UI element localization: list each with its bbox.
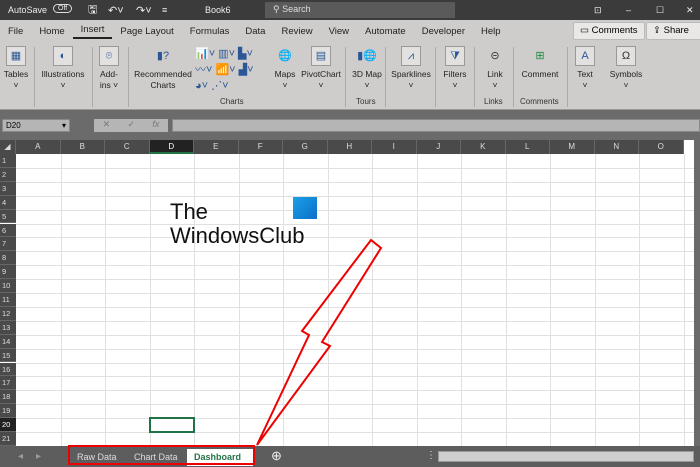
red-arrow xyxy=(256,238,383,446)
horizontal-scrollbar[interactable] xyxy=(438,451,694,462)
annotation-arrow xyxy=(256,238,383,446)
scroll-right-icon[interactable]: ▸ xyxy=(36,451,41,462)
scroll-left-icon[interactable]: ◂ xyxy=(18,451,23,462)
add-sheet-icon[interactable]: ⊕ xyxy=(271,448,282,464)
annotation-highlight-box xyxy=(68,445,255,465)
more-options-icon[interactable]: ⋮ xyxy=(426,450,436,461)
